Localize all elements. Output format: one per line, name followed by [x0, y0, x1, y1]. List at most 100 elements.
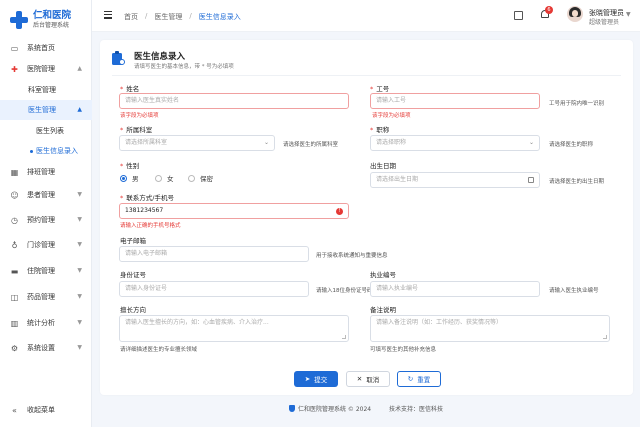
department-select[interactable]: 请选择所属科室 ⌄	[119, 135, 275, 151]
birth-label: 出生日期	[370, 162, 396, 170]
clock-icon: ◷	[11, 215, 18, 225]
sidebar-item-label: 门诊管理	[27, 241, 55, 249]
sidebar-item-label: 排班管理	[27, 168, 55, 176]
id-card-label: 身份证号	[120, 271, 146, 279]
sidebar-item-label: 医生列表	[36, 127, 64, 135]
avatar[interactable]	[567, 6, 583, 22]
breadcrumb-separator: /	[189, 12, 192, 20]
brand-logo[interactable]: 仁和医院 后台管理系统	[0, 0, 91, 32]
chart-icon: ▥	[10, 318, 19, 328]
topbar: 首页 / 医生管理 / 医生信息录入 6 张晓管理员 超级管理员 ▼	[92, 0, 640, 32]
staff-id-hint: 工号用于院内唯一识别	[549, 101, 605, 107]
sidebar-item-inpatient[interactable]: ▬ 住院管理 ▼	[0, 261, 92, 281]
sidebar-item-label: 药品管理	[27, 293, 55, 301]
users-icon: ☺	[10, 190, 19, 200]
close-icon: ✕	[356, 375, 363, 383]
department-label: * 所属科室	[120, 126, 153, 134]
sidebar-item-home[interactable]: ▭ 系统首页	[0, 38, 92, 58]
chevron-down-icon: ▼	[77, 191, 82, 198]
collapse-menu-button[interactable]: « 收起菜单	[10, 405, 55, 415]
remark-label: 备注说明	[370, 306, 396, 314]
sidebar-item-patient[interactable]: ☺ 患者管理 ▼	[0, 185, 92, 205]
gear-icon: ⚙	[10, 343, 19, 353]
fullscreen-icon[interactable]	[514, 11, 523, 20]
page-subtitle: 请填写医生的基本信息，带 * 号为必填项	[134, 64, 234, 70]
collapse-label: 收起菜单	[27, 406, 55, 414]
remark-hint: 可填写医生的其他补充信息	[370, 347, 437, 353]
title-select[interactable]: 请选择职称 ⌄	[370, 135, 540, 151]
hospital-cross-icon	[10, 11, 28, 29]
specialty-textarea[interactable]: 请输入医生擅长的方向，如：心血管疾病、介入治疗...	[119, 315, 349, 342]
sidebar-item-schedule[interactable]: ▦ 排班管理	[0, 162, 92, 182]
id-card-input[interactable]: 请输入身份证号	[119, 281, 309, 297]
department-hint: 请选择医生的所属科室	[283, 142, 339, 148]
birth-date-input[interactable]: 请选择出生日期	[370, 172, 540, 188]
sidebar-item-outpatient[interactable]: ♁ 门诊管理 ▼	[0, 235, 92, 255]
double-chevron-left-icon: «	[12, 405, 17, 415]
title-hint: 请选择医生的职称	[549, 142, 594, 148]
hospital-icon: ✚	[11, 64, 18, 74]
pill-icon: ◫	[10, 292, 19, 302]
sidebar-item-doctor-entry[interactable]: 医生信息录入	[0, 141, 92, 161]
name-label: * 姓名	[120, 85, 140, 93]
gender-radio-male[interactable]: 男	[120, 173, 139, 183]
sidebar-item-hospital[interactable]: ✚ 医院管理 ▲	[0, 59, 92, 79]
sidebar-item-department[interactable]: 科室管理	[0, 80, 92, 100]
submit-button[interactable]: ➤ 提交	[294, 371, 338, 387]
chevron-down-icon: ▼	[77, 344, 82, 351]
cancel-button[interactable]: ✕ 取消	[346, 371, 390, 387]
calendar-icon: ▦	[10, 167, 19, 177]
phone-error: 请输入正确的手机号格式	[120, 223, 181, 229]
resize-handle-icon[interactable]	[342, 335, 346, 339]
staff-id-input[interactable]: 请输入工号	[370, 93, 540, 109]
email-input[interactable]: 请输入电子邮箱	[119, 246, 309, 262]
sidebar-item-label: 住院管理	[27, 267, 55, 275]
phone-label: * 联系方式/手机号	[120, 194, 174, 202]
sidebar-item-pharmacy[interactable]: ◫ 药品管理 ▼	[0, 287, 92, 307]
phone-input[interactable]: 1381234567 !	[119, 203, 349, 219]
sidebar-item-label: 医生管理	[28, 106, 56, 114]
stethoscope-icon: ♁	[11, 240, 18, 250]
breadcrumb-current: 医生信息录入	[198, 13, 241, 21]
resize-handle-icon[interactable]	[603, 335, 607, 339]
remark-textarea[interactable]: 请输入备注说明（如：工作经历、获奖情况等）	[370, 315, 610, 342]
sidebar-item-label: 系统首页	[27, 44, 55, 52]
menu-toggle-icon[interactable]	[104, 11, 112, 19]
staff-id-label: * 工号	[370, 85, 390, 93]
breadcrumb-home[interactable]: 首页	[124, 12, 138, 22]
reset-button[interactable]: ↻ 重置	[397, 371, 441, 387]
email-label: 电子邮箱	[120, 237, 146, 245]
divider	[112, 75, 621, 76]
chevron-down-icon: ⌄	[528, 139, 534, 146]
sidebar-item-label: 科室管理	[28, 86, 56, 94]
sidebar-item-label: 患者管理	[27, 191, 55, 199]
license-hint: 请输入医生执业编号	[549, 288, 599, 294]
sidebar-item-statistics[interactable]: ▥ 统计分析 ▼	[0, 313, 92, 333]
sidebar-item-appointment[interactable]: ◷ 预约管理 ▼	[0, 210, 92, 230]
license-input[interactable]: 请输入执业编号	[370, 281, 540, 297]
clipboard-add-icon	[112, 51, 125, 65]
user-role: 超级管理员	[589, 19, 620, 26]
chevron-down-icon: ▼	[77, 267, 82, 274]
gender-radio-female[interactable]: 女	[155, 173, 174, 183]
calendar-icon	[528, 177, 534, 183]
email-hint: 用于接收系统通知与重要信息	[316, 253, 388, 259]
gender-radio-secret[interactable]: 保密	[188, 173, 213, 183]
breadcrumb-doctor[interactable]: 医生管理	[154, 12, 182, 22]
active-dot-icon	[30, 150, 33, 153]
sidebar-item-label: 统计分析	[27, 319, 55, 327]
specialty-label: 擅长方向	[120, 306, 146, 314]
breadcrumb: 首页 / 医生管理 / 医生信息录入	[124, 12, 241, 22]
desktop-icon: ▭	[10, 43, 19, 53]
notification-badge: 6	[545, 6, 553, 14]
chevron-down-icon[interactable]: ▼	[626, 11, 631, 18]
sidebar-item-settings[interactable]: ⚙ 系统设置 ▼	[0, 338, 92, 358]
chevron-up-icon: ▲	[77, 106, 82, 113]
sidebar-item-doctor-list[interactable]: 医生列表	[0, 121, 92, 141]
sidebar-item-label: 系统设置	[27, 344, 55, 352]
chevron-down-icon: ▼	[77, 241, 82, 248]
sidebar-item-doctor[interactable]: 医生管理 ▲	[0, 100, 92, 120]
name-error: 该字段为必填项	[120, 113, 159, 119]
name-input[interactable]: 请输入医生真实姓名	[119, 93, 349, 109]
license-label: 执业编号	[370, 271, 396, 279]
